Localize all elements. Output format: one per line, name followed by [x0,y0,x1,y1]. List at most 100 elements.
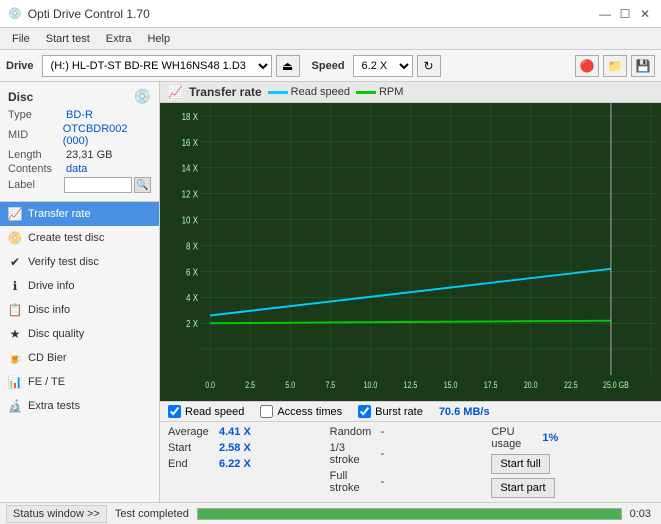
read-speed-checkbox[interactable] [168,405,181,418]
titlebar: 💿 Opti Drive Control 1.70 — ☐ ✕ [0,0,661,28]
svg-text:7.5: 7.5 [325,380,335,390]
minimize-button[interactable]: — [597,6,613,22]
disc-icon: 💿 [134,88,151,105]
nav-extra-tests-label: Extra tests [28,400,80,412]
menubar: File Start test Extra Help [0,28,661,50]
disc-contents-row: Contents data [8,163,151,175]
disc-panel: Disc 💿 Type BD-R MID OTCBDR002 (000) Len… [0,82,159,202]
legend-rpm-label: RPM [379,86,403,98]
end-label: End [168,458,213,470]
drive-label: Drive [6,60,34,72]
nav-cd-bier[interactable]: 🍺 CD Bier [0,346,159,370]
chart-title-icon: 📈 [168,85,183,99]
disc-quality-icon: ★ [8,327,22,341]
svg-text:4 X: 4 X [186,292,198,303]
svg-text:25.0 GB: 25.0 GB [603,380,629,390]
disc-mid-label: MID [8,129,63,141]
average-label: Average [168,426,213,438]
svg-text:14 X: 14 X [182,163,198,174]
average-value: 4.41 X [219,426,251,438]
disc-info-icon: 📋 [8,303,22,317]
status-window-button[interactable]: Status window >> [6,505,107,523]
nav-verify-test-disc-label: Verify test disc [28,256,99,268]
cpu-usage-value: 1% [542,432,558,444]
menu-start-test[interactable]: Start test [38,31,98,47]
svg-text:17.5: 17.5 [484,380,498,390]
disc-length-value: 23,31 GB [66,149,112,161]
maximize-button[interactable]: ☐ [617,6,633,22]
disc-label-row: Label 🔍 [8,177,151,193]
titlebar-left: 💿 Opti Drive Control 1.70 [8,7,150,21]
nav-extra-tests[interactable]: 🔬 Extra tests [0,394,159,418]
svg-text:16 X: 16 X [182,137,198,148]
main-layout: Disc 💿 Type BD-R MID OTCBDR002 (000) Len… [0,82,661,502]
chart-svg: 18 X 16 X 14 X 12 X 10 X 8 X 6 X 4 X 2 X… [160,103,661,401]
legend-rpm: RPM [356,86,403,98]
disc-mid-value: OTCBDR002 (000) [63,123,151,147]
menu-help[interactable]: Help [139,31,178,47]
menu-file[interactable]: File [4,31,38,47]
disc-contents-value: data [66,163,87,175]
full-stroke-dash: - [381,476,385,488]
svg-text:8 X: 8 X [186,240,198,251]
svg-text:2 X: 2 X [186,318,198,329]
nav-fe-te-label: FE / TE [28,376,65,388]
disc-type-row: Type BD-R [8,109,151,121]
svg-text:22.5: 22.5 [564,380,578,390]
nav-disc-quality[interactable]: ★ Disc quality [0,322,159,346]
nav-disc-info[interactable]: 📋 Disc info [0,298,159,322]
save-button[interactable]: 💾 [631,55,655,77]
legend-rpm-color [356,91,376,94]
nav-create-test-disc[interactable]: 📀 Create test disc [0,226,159,250]
start-full-button[interactable]: Start full [491,454,549,474]
nav-transfer-rate[interactable]: 📈 Transfer rate [0,202,159,226]
nav-cd-bier-label: CD Bier [28,352,67,364]
burst-rate-checkbox[interactable] [358,405,371,418]
svg-text:10 X: 10 X [182,215,198,226]
svg-text:0.0: 0.0 [205,380,215,390]
menu-extra[interactable]: Extra [98,31,140,47]
toolbar: Drive (H:) HL-DT-ST BD-RE WH16NS48 1.D3 … [0,50,661,82]
app-icon: 💿 [8,7,22,20]
refresh-button[interactable]: ↻ [417,55,441,77]
sidebar: Disc 💿 Type BD-R MID OTCBDR002 (000) Len… [0,82,160,502]
start-full-row: Start full [491,452,653,476]
start-part-button[interactable]: Start part [491,478,554,498]
status-text: Test completed [115,508,189,520]
speed-label: Speed [312,60,345,72]
folder-button[interactable]: 📁 [603,55,627,77]
svg-text:15.0: 15.0 [444,380,458,390]
legend-read-speed: Read speed [268,86,350,98]
record-button[interactable]: 🔴 [575,55,599,77]
nav-fe-te[interactable]: 📊 FE / TE [0,370,159,394]
drive-select[interactable]: (H:) HL-DT-ST BD-RE WH16NS48 1.D3 [42,55,272,77]
cpu-usage-label: CPU usage [491,426,536,450]
status-bar: Status window >> Test completed 0:03 [0,502,661,524]
disc-label-input[interactable] [64,177,132,193]
nav-verify-test-disc[interactable]: ✔ Verify test disc [0,250,159,274]
checkbox-access-times[interactable]: Access times [260,405,342,418]
disc-length-row: Length 23,31 GB [8,149,151,161]
random-dash: - [381,426,385,438]
read-speed-label: Read speed [185,406,244,418]
checkbox-burst-rate[interactable]: Burst rate [358,405,423,418]
burst-rate-value: 70.6 MB/s [439,406,490,418]
eject-button[interactable]: ⏏ [276,55,300,77]
nav-create-test-disc-label: Create test disc [28,232,104,244]
checkbox-read-speed[interactable]: Read speed [168,405,244,418]
stats-col-1: Average 4.41 X Start 2.58 X End 6.22 X [168,424,330,500]
svg-text:18 X: 18 X [182,111,198,122]
random-row: Random - [330,424,492,440]
chart-checkboxes: Read speed Access times Burst rate 70.6 … [160,402,661,422]
disc-label-label: Label [8,179,64,191]
svg-text:5.0: 5.0 [285,380,295,390]
close-button[interactable]: ✕ [637,6,653,22]
speed-select[interactable]: 6.2 X Max 4.0 X 2.0 X [353,55,413,77]
nav-drive-info[interactable]: ℹ Drive info [0,274,159,298]
access-times-checkbox[interactable] [260,405,273,418]
extra-tests-icon: 🔬 [8,399,22,413]
stats-col-3: CPU usage 1% Start full Start part [491,424,653,500]
cpu-usage-row: CPU usage 1% [491,424,653,452]
disc-label-btn[interactable]: 🔍 [134,177,151,193]
access-times-label: Access times [277,406,342,418]
